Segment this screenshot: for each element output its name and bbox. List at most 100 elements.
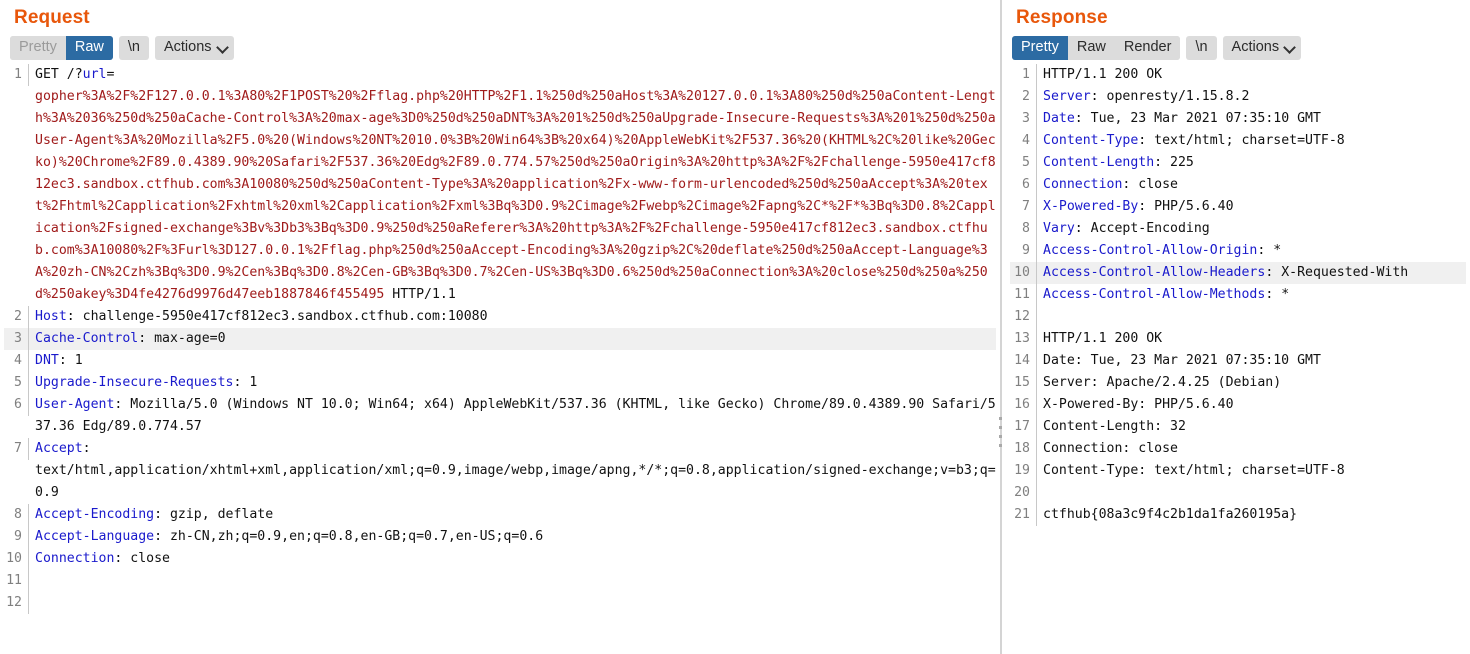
header-name: Content-Length xyxy=(1043,155,1155,170)
response-tab-pretty[interactable]: Pretty xyxy=(1012,36,1068,60)
request-panel-title: Request xyxy=(14,7,90,28)
request-tab-pretty[interactable]: Pretty xyxy=(10,36,66,60)
line-number: 15 xyxy=(1010,372,1037,394)
line-number: 8 xyxy=(4,504,29,526)
line-text[interactable]: Date: Tue, 23 Mar 2021 07:35:10 GMT xyxy=(1037,108,1466,130)
chevron-down-icon xyxy=(1285,42,1295,52)
line-text[interactable]: Access-Control-Allow-Origin: * xyxy=(1037,240,1466,262)
code-line: 12 xyxy=(1010,306,1466,328)
line-text[interactable] xyxy=(1037,306,1466,328)
header-name: User-Agent xyxy=(35,397,115,412)
code-line: 6 User-Agent: Mozilla/5.0 (Windows NT 10.… xyxy=(4,394,996,438)
code-line: 14 Date: Tue, 23 Mar 2021 07:35:10 GMT xyxy=(1010,350,1466,372)
line-text[interactable]: X-Powered-By: PHP/5.6.40 xyxy=(1037,394,1466,416)
line-text[interactable]: Cache-Control: max-age=0 xyxy=(29,328,996,350)
line-text[interactable]: Vary: Accept-Encoding xyxy=(1037,218,1466,240)
line-text[interactable]: Connection: close xyxy=(1037,438,1466,460)
code-line: 5 Upgrade-Insecure-Requests: 1 xyxy=(4,372,996,394)
line-text[interactable]: Content-Type: text/html; charset=UTF-8 xyxy=(1037,460,1466,482)
line-number: 3 xyxy=(1010,108,1037,130)
line-number: 11 xyxy=(1010,284,1037,306)
request-tabbar: Pretty Raw \n Actions xyxy=(10,36,234,60)
code-line: 20 xyxy=(1010,482,1466,504)
line-text[interactable]: Connection: close xyxy=(1037,174,1466,196)
response-tab-raw[interactable]: Raw xyxy=(1067,36,1115,60)
line-text[interactable]: Date: Tue, 23 Mar 2021 07:35:10 GMT xyxy=(1037,350,1466,372)
request-tab-newline[interactable]: \n xyxy=(118,36,149,60)
code-text: : X-Requested-With xyxy=(1265,265,1409,280)
line-number: 18 xyxy=(1010,438,1037,460)
line-text[interactable]: X-Powered-By: PHP/5.6.40 xyxy=(1037,196,1466,218)
header-name: Access-Control-Allow-Headers xyxy=(1043,265,1266,280)
response-tabbar: Pretty Raw Render \n Actions xyxy=(1012,36,1302,60)
line-text[interactable]: Host: challenge-5950e417cf812ec3.sandbox… xyxy=(29,306,996,328)
line-number: 4 xyxy=(1010,130,1037,152)
code-line: 4 Content-Type: text/html; charset=UTF-8 xyxy=(1010,130,1466,152)
code-line: 2 Host: challenge-5950e417cf812ec3.sandbo… xyxy=(4,306,996,328)
line-text[interactable]: Server: Apache/2.4.25 (Debian) xyxy=(1037,372,1466,394)
line-number: 21 xyxy=(1010,504,1037,526)
line-number: 10 xyxy=(1010,262,1037,284)
code-line: 2 Server: openresty/1.15.8.2 xyxy=(1010,86,1466,108)
line-text[interactable]: ctfhub{08a3c9f4c2b1da1fa260195a} xyxy=(1037,504,1466,526)
line-text[interactable]: HTTP/1.1 200 OK xyxy=(1037,64,1466,86)
line-number: 5 xyxy=(1010,152,1037,174)
code-line: 16 X-Powered-By: PHP/5.6.40 xyxy=(1010,394,1466,416)
code-text: : openresty/1.15.8.2 xyxy=(1090,89,1250,104)
response-actions-tabgroup: Actions xyxy=(1222,36,1302,60)
code-text: : Mozilla/5.0 (Windows NT 10.0; Win64; x… xyxy=(35,397,996,434)
code-text: : Tue, 23 Mar 2021 07:35:10 GMT xyxy=(1074,111,1321,126)
line-text[interactable]: Accept-Encoding: gzip, deflate xyxy=(29,504,996,526)
line-text[interactable]: DNT: 1 xyxy=(29,350,996,372)
code-line: 7 X-Powered-By: PHP/5.6.40 xyxy=(1010,196,1466,218)
line-text[interactable]: HTTP/1.1 200 OK xyxy=(1037,328,1466,350)
line-number: 6 xyxy=(4,394,29,416)
response-tab-newline[interactable]: \n xyxy=(1186,36,1217,60)
response-code-area[interactable]: 1 HTTP/1.1 200 OK 2 Server: openresty/1.15.… xyxy=(1002,64,1470,526)
header-name: Upgrade-Insecure-Requests xyxy=(35,375,234,390)
line-text[interactable]: Connection: close xyxy=(29,548,996,570)
code-text: = xyxy=(106,67,115,82)
request-code-area[interactable]: 1 GET /?url= gopher%3A%2F%2F127.0.0.1%3A80… xyxy=(0,64,1000,614)
line-text[interactable]: Content-Type: text/html; charset=UTF-8 xyxy=(1037,130,1466,152)
code-line: 21 ctfhub{08a3c9f4c2b1da1fa260195a} xyxy=(1010,504,1466,526)
line-text[interactable] xyxy=(1037,482,1466,504)
response-view-tabgroup: Pretty Raw Render xyxy=(1012,36,1181,60)
request-actions-button[interactable]: Actions xyxy=(154,36,234,60)
code-text: HTTP/1.1 xyxy=(384,287,456,302)
line-text[interactable]: User-Agent: Mozilla/5.0 (Windows NT 10.0… xyxy=(29,394,996,438)
code-line: 12 xyxy=(4,592,996,614)
line-text[interactable]: Server: openresty/1.15.8.2 xyxy=(1037,86,1466,108)
line-text[interactable] xyxy=(29,592,996,614)
code-text: HTTP/1.1 200 OK xyxy=(1043,331,1163,346)
response-newline-tabgroup: \n xyxy=(1186,36,1217,60)
line-number: 7 xyxy=(1010,196,1037,218)
line-text[interactable]: Accept-Language: zh-CN,zh;q=0.9,en;q=0.8… xyxy=(29,526,996,548)
response-tab-render[interactable]: Render xyxy=(1114,36,1181,60)
response-actions-button[interactable]: Actions xyxy=(1222,36,1302,60)
code-text: text/html,application/xhtml+xml,applicat… xyxy=(35,463,996,500)
line-text[interactable]: Access-Control-Allow-Methods: * xyxy=(1037,284,1466,306)
line-number: 19 xyxy=(1010,460,1037,482)
line-text[interactable]: Content-Length: 225 xyxy=(1037,152,1466,174)
line-number: 20 xyxy=(1010,482,1037,504)
line-text[interactable]: Access-Control-Allow-Headers: X-Requeste… xyxy=(1037,262,1466,284)
request-tab-raw[interactable]: Raw xyxy=(65,36,113,60)
code-text: : close xyxy=(114,551,170,566)
line-number: 9 xyxy=(1010,240,1037,262)
header-name: Cache-Control xyxy=(35,331,139,346)
code-line: 8 Accept-Encoding: gzip, deflate xyxy=(4,504,996,526)
line-text[interactable]: Accept: text/html,application/xhtml+xml,a… xyxy=(29,438,996,504)
line-number: 2 xyxy=(4,306,29,328)
header-name: Vary xyxy=(1043,221,1075,236)
line-text[interactable]: Upgrade-Insecure-Requests: 1 xyxy=(29,372,996,394)
line-text[interactable] xyxy=(29,570,996,592)
code-text: Content-Type: text/html; charset=UTF-8 xyxy=(1043,463,1345,478)
request-actions-label: Actions xyxy=(163,39,212,55)
header-name: Date xyxy=(1043,111,1075,126)
line-text[interactable]: Content-Length: 32 xyxy=(1037,416,1466,438)
line-number: 12 xyxy=(1010,306,1037,328)
line-number: 1 xyxy=(1010,64,1037,86)
code-text: : 1 xyxy=(58,353,83,368)
line-text[interactable]: GET /?url= gopher%3A%2F%2F127.0.0.1%3A80%… xyxy=(29,64,996,306)
